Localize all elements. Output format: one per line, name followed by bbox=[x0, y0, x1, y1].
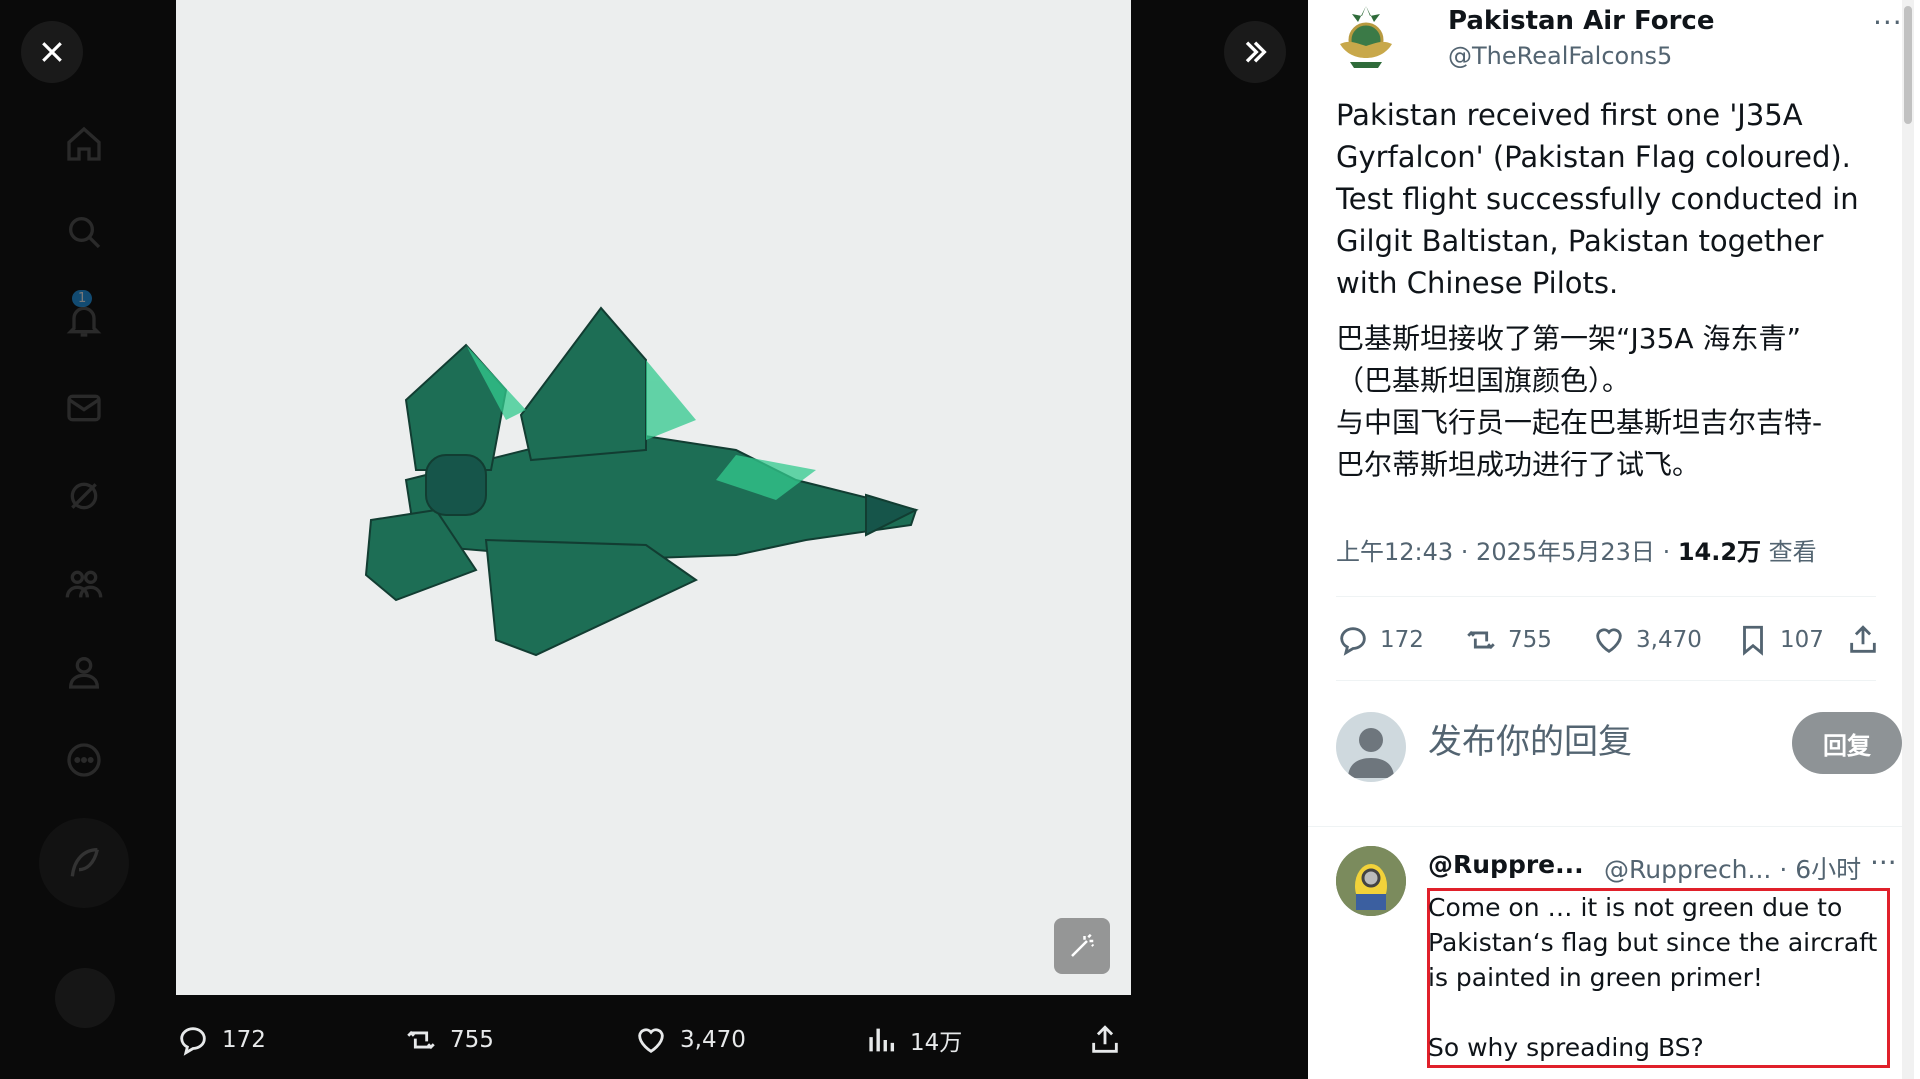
tweet-meta: 上午12:43 · 2025年5月23日 · 14.2万 查看 bbox=[1336, 532, 1817, 567]
reply-author-avatar[interactable] bbox=[1336, 846, 1406, 916]
media-like-count: 3,470 bbox=[680, 1027, 746, 1053]
like-button[interactable]: 3,470 bbox=[1592, 612, 1702, 668]
more-icon[interactable] bbox=[60, 736, 108, 784]
reply-author-handle[interactable]: @Rupprech... · 6小时 bbox=[1604, 850, 1861, 886]
user-avatar bbox=[1336, 712, 1406, 782]
reply-count: 172 bbox=[1380, 627, 1424, 653]
magic-wand-icon bbox=[1071, 933, 1095, 957]
media-reply-count: 172 bbox=[222, 1027, 266, 1053]
expand-panel-button[interactable] bbox=[1224, 21, 1286, 83]
notification-badge: 1 bbox=[72, 290, 93, 307]
retweet-button[interactable]: 755 bbox=[1464, 612, 1552, 668]
reply-more-button[interactable]: ··· bbox=[1870, 846, 1897, 879]
chevron-double-right-icon bbox=[1245, 41, 1267, 63]
media-retweet-button[interactable]: 755 bbox=[404, 1012, 494, 1068]
media-retweet-count: 755 bbox=[450, 1027, 494, 1053]
reply-composer: 回复 bbox=[1336, 710, 1902, 782]
close-icon bbox=[42, 42, 62, 62]
enhance-button[interactable] bbox=[1054, 918, 1110, 974]
feather-icon bbox=[70, 848, 99, 877]
share-button[interactable] bbox=[1846, 612, 1880, 668]
retweet-icon bbox=[407, 1030, 435, 1050]
reply-tweet: @Ruppre... @Rupprech... · 6小时 ··· Come o… bbox=[1336, 846, 1897, 1079]
media-views-count: 14万 bbox=[910, 1030, 963, 1056]
reply-author-name[interactable]: @Ruppre... bbox=[1428, 850, 1584, 879]
tweet-text-en: Pakistan received first one 'J35A Gyrfal… bbox=[1336, 98, 1859, 300]
scrollbar-thumb[interactable] bbox=[1904, 6, 1912, 124]
reply-submit-button[interactable]: 回复 bbox=[1792, 712, 1902, 774]
media-views-button[interactable]: 14万 bbox=[864, 1012, 962, 1068]
divider bbox=[1336, 680, 1876, 681]
communities-icon[interactable] bbox=[60, 560, 108, 608]
tweet-author: Pakistan Air Force @TheRealFalcons5 ··· bbox=[1336, 4, 1902, 70]
reply-icon bbox=[1340, 627, 1366, 656]
tweet-text-zh: 巴基斯坦接收了第一架“J35A 海东青” （巴基斯坦国旗颜色）。 与中国飞行员一… bbox=[1336, 322, 1823, 481]
media-action-bar: 172 755 3,470 14万 bbox=[176, 1012, 1131, 1068]
bookmark-icon bbox=[1743, 625, 1763, 656]
tweet-views-count: 14.2万 bbox=[1677, 538, 1762, 566]
tweet-timestamp[interactable]: 上午12:43 · 2025年5月23日 · bbox=[1336, 538, 1678, 566]
reply-icon bbox=[180, 1027, 206, 1056]
media-share-button[interactable] bbox=[1088, 1012, 1122, 1068]
grok-icon[interactable] bbox=[60, 472, 108, 520]
scrollbar-track[interactable] bbox=[1902, 0, 1914, 1079]
bookmark-count: 107 bbox=[1780, 627, 1824, 653]
reply-tweet-text: Come on … it is not green due to Pakista… bbox=[1428, 893, 1878, 1062]
mail-icon[interactable] bbox=[60, 384, 108, 432]
divider bbox=[1336, 596, 1876, 597]
reply-input[interactable] bbox=[1428, 722, 1748, 762]
heart-icon bbox=[1596, 628, 1622, 654]
media-like-button[interactable]: 3,470 bbox=[634, 1012, 746, 1068]
compose-button[interactable] bbox=[39, 818, 129, 908]
media-viewer-image bbox=[176, 0, 1131, 995]
analytics-icon bbox=[869, 1028, 895, 1052]
bookmark-button[interactable]: 107 bbox=[1736, 612, 1824, 668]
tweet-detail-panel: Pakistan Air Force @TheRealFalcons5 ··· … bbox=[1308, 0, 1920, 1079]
tweet-more-button[interactable]: ··· bbox=[1873, 6, 1903, 39]
divider bbox=[1308, 826, 1908, 827]
retweet-icon bbox=[1467, 630, 1495, 650]
tweet-stats-bar: 172 755 3,470 107 bbox=[1336, 612, 1881, 668]
search-icon[interactable] bbox=[60, 208, 108, 256]
reply-button[interactable]: 172 bbox=[1336, 612, 1424, 668]
share-icon bbox=[1092, 1025, 1118, 1053]
home-icon[interactable] bbox=[60, 120, 108, 168]
tweet-views-label: 查看 bbox=[1761, 538, 1817, 566]
media-reply-button[interactable]: 172 bbox=[176, 1012, 266, 1068]
pakistan-air-force-logo[interactable] bbox=[1336, 4, 1396, 70]
like-count: 3,470 bbox=[1636, 627, 1702, 653]
close-button[interactable] bbox=[21, 21, 83, 83]
retweet-count: 755 bbox=[1508, 627, 1552, 653]
account-avatar[interactable] bbox=[55, 968, 115, 1028]
author-handle[interactable]: @TheRealFalcons5 bbox=[1448, 42, 1672, 70]
heart-icon bbox=[638, 1028, 664, 1054]
aircraft-image bbox=[364, 306, 919, 657]
share-icon bbox=[1850, 625, 1876, 653]
author-name[interactable]: Pakistan Air Force bbox=[1448, 6, 1714, 36]
profile-icon[interactable] bbox=[60, 648, 108, 696]
